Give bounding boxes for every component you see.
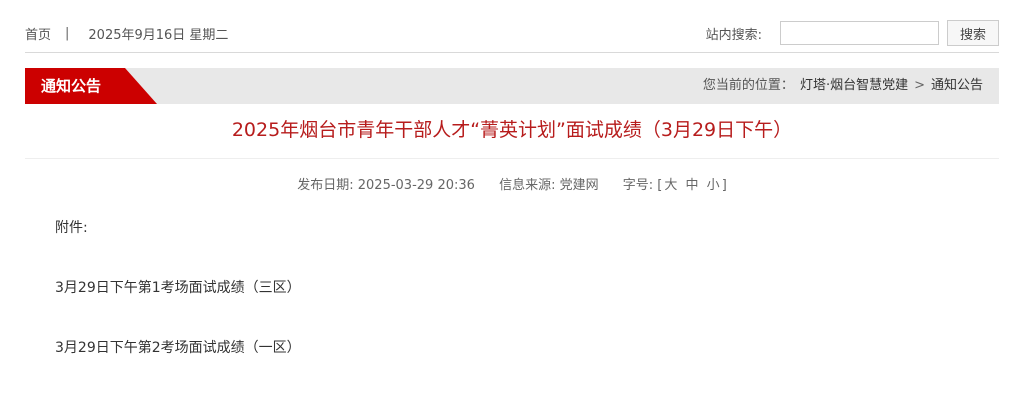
section-title-tab: 通知公告 <box>25 68 157 104</box>
font-size-close-bracket: ] <box>721 178 727 193</box>
font-size-label: 字号: <box>622 178 654 193</box>
breadcrumb-home-link[interactable]: 灯塔·烟台智慧党建 <box>800 78 908 93</box>
source-label: 信息来源: <box>499 178 556 193</box>
font-size-medium-button[interactable]: 中 <box>686 178 699 193</box>
publish-label: 发布日期: <box>297 178 354 193</box>
attachment-item: 3月29日下午第1考场面试成绩（三区） <box>55 279 999 297</box>
article-content: 附件: 3月29日下午第1考场面试成绩（三区） 3月29日下午第2考场面试成绩（… <box>55 219 999 357</box>
breadcrumb-label: 您当前的位置： <box>702 78 794 93</box>
top-bar-left: 首页 | 2025年9月16日 星期二 <box>25 24 228 43</box>
font-size-control: 字号: [大 中 小] <box>623 178 727 193</box>
attachment-item: 3月29日下午第2考场面试成绩（一区） <box>55 339 999 357</box>
top-bar: 首页 | 2025年9月16日 星期二 站内搜索: 搜索 <box>25 0 999 53</box>
article-meta: 发布日期: 2025-03-29 20:36 信息来源: 党建网 字号: [大 … <box>25 174 999 193</box>
breadcrumb: 您当前的位置： 灯塔·烟台智慧党建 > 通知公告 <box>703 68 983 104</box>
page-container: 首页 | 2025年9月16日 星期二 站内搜索: 搜索 通知公告 您当前的位置… <box>25 0 999 357</box>
font-size-large-button[interactable]: 大 <box>664 178 677 193</box>
section-bar: 通知公告 您当前的位置： 灯塔·烟台智慧党建 > 通知公告 <box>25 68 999 104</box>
site-search: 站内搜索: 搜索 <box>706 20 999 46</box>
article-title: 2025年烟台市青年干部人才“菁英计划”面试成绩（3月29日下午） <box>25 118 999 159</box>
breadcrumb-current-link[interactable]: 通知公告 <box>931 78 983 93</box>
search-button[interactable]: 搜索 <box>947 20 999 46</box>
top-separator: | <box>65 25 70 41</box>
publish-date: 2025-03-29 20:36 <box>357 178 475 193</box>
home-link[interactable]: 首页 <box>25 24 51 43</box>
publish-info: 发布日期: 2025-03-29 20:36 <box>297 178 479 193</box>
source-info: 信息来源: 党建网 <box>499 178 603 193</box>
font-size-open-bracket: [ <box>657 178 663 193</box>
search-input[interactable] <box>780 21 939 45</box>
attachment-link-1[interactable]: 3月29日下午第1考场面试成绩（三区） <box>55 280 301 296</box>
font-size-small-button[interactable]: 小 <box>707 178 720 193</box>
attachment-link-2[interactable]: 3月29日下午第2考场面试成绩（一区） <box>55 340 301 356</box>
search-label: 站内搜索: <box>705 27 762 43</box>
breadcrumb-arrow: > <box>914 78 925 93</box>
current-date: 2025年9月16日 星期二 <box>88 27 229 43</box>
source-value: 党建网 <box>559 178 599 193</box>
attachment-label: 附件: <box>55 220 88 236</box>
